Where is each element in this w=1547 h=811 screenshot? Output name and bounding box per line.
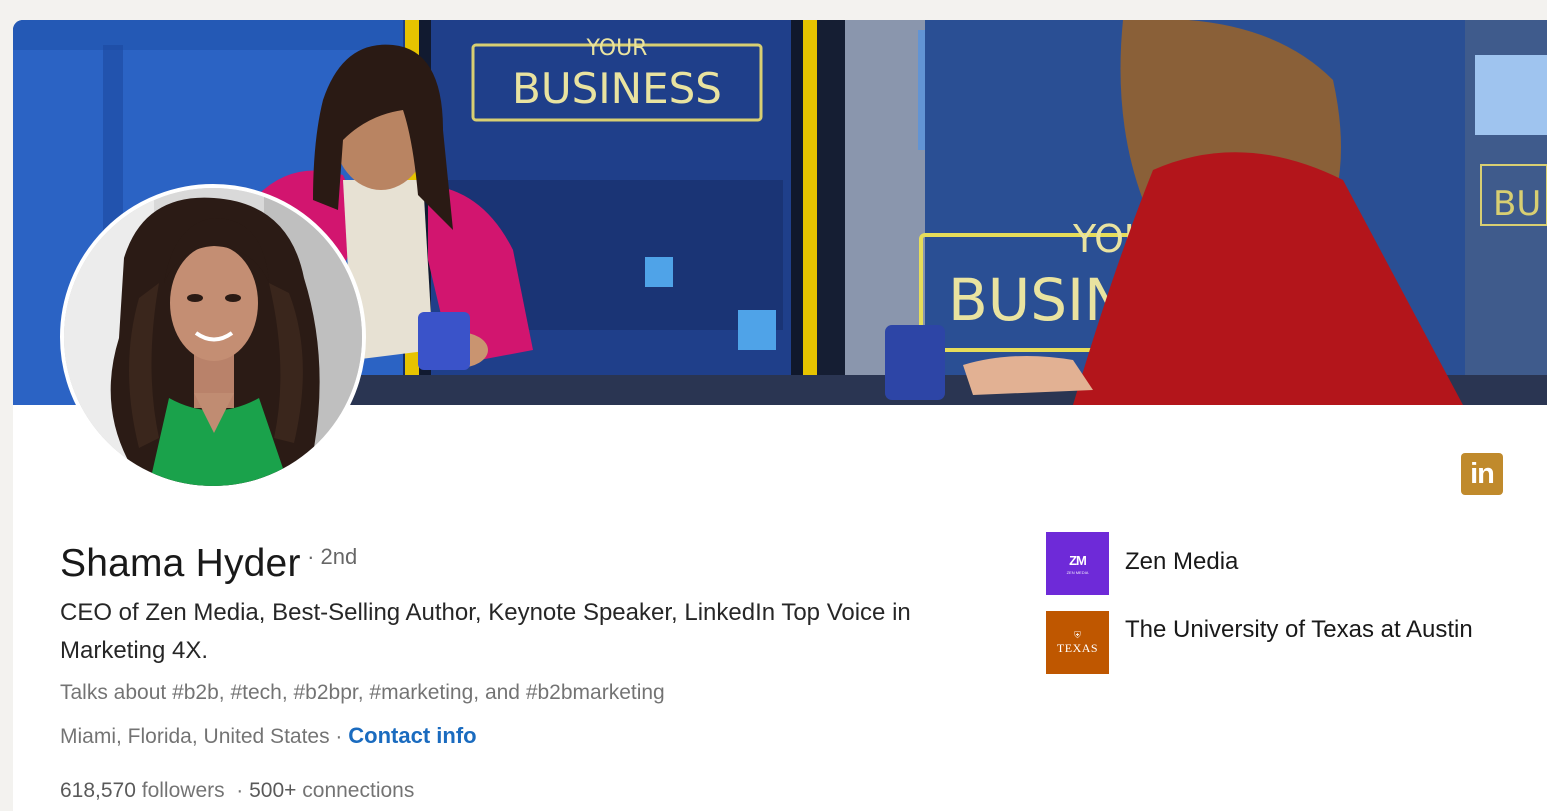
talks-about: Talks about #b2b, #tech, #b2bpr, #market… [60,681,665,704]
profile-headline: CEO of Zen Media, Best-Selling Author, K… [60,599,911,664]
name-row: Shama Hyder · 2nd [60,542,357,586]
stats-row: 618,570 followers · 500+ connections [60,779,414,803]
connections-label: connections [296,779,415,802]
ut-austin-logo: ⛨ TEXAS [1046,611,1109,674]
linkedin-icon[interactable]: in [1461,453,1503,495]
profile-photo-illustration [64,188,362,486]
sign-small-text: YOUR [586,36,648,61]
zen-media-logo: ZM ZEN MEDIA [1046,532,1109,595]
connection-degree: · 2nd [307,544,358,569]
followers-number: 618,570 [60,779,136,802]
stats-separator: · [224,779,250,802]
profile-photo[interactable] [60,184,366,490]
profile-card: YOUR BUSINESS BU YOU BUSIN in Shama Hyde… [13,20,1547,811]
ut-austin-logo-mark: TEXAS [1056,640,1099,655]
connections-count[interactable]: 500+ connections [249,779,414,802]
org-name: Zen Media [1125,548,1239,575]
profile-location: Miami, Florida, United States · [60,725,349,748]
sign3-text: BU [1493,184,1541,224]
followers-label: followers [135,779,225,802]
connections-number: 500+ [249,779,297,802]
org-name: The University of Texas at Austin [1125,616,1473,643]
location-row: Miami, Florida, United States · Contact … [60,723,477,749]
profile-name: Shama Hyder [60,542,301,585]
contact-info-link[interactable]: Contact info [348,723,476,748]
sign-large-text: BUSINESS [512,64,722,113]
shield-icon: ⛨ [1074,629,1081,640]
zen-media-logo-sub: ZEN MEDIA [1066,569,1089,575]
followers-count[interactable]: 618,570 followers [60,779,225,802]
zen-media-logo-mark: ZM [1069,552,1087,568]
